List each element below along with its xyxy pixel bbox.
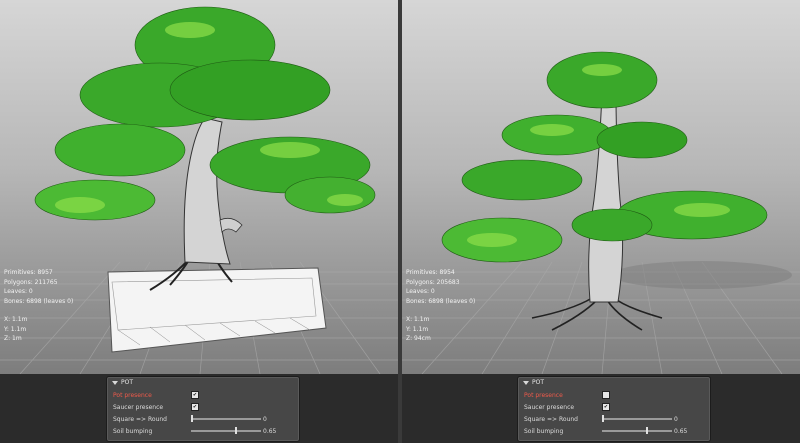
leaves-count: Leaves: 0 [4,288,33,295]
pot-panel-header[interactable]: POT [112,379,133,386]
dim-z: Z: 1m [4,335,22,342]
slider-thumb[interactable] [235,427,238,434]
soil-bumping-label: Soil bumping [524,428,564,435]
pot-presence-label: Pot presence [113,392,152,399]
viewport-right[interactable]: Primitives: 8954 Polygons: 205683 Leaves… [402,0,800,374]
soil-bumping-value: 0.65 [263,428,277,435]
polygons-count: Polygons: 205683 [406,278,460,286]
saucer-presence-row: Saucer presence ✔ [113,403,199,411]
square-round-value: 0 [263,416,267,423]
soil-bumping-row: Soil bumping 0.65 [524,427,687,435]
slider-thumb[interactable] [646,427,649,434]
soil-bumping-slider[interactable] [191,427,261,434]
primitives-count: Primitives: 8957 [4,269,53,276]
viewport-left[interactable]: Primitives: 8957 Polygons: 211765 Leaves… [0,0,398,374]
dim-x: X: 1.1m [406,316,430,323]
collapse-triangle-icon[interactable] [112,380,118,385]
soil-bumping-label: Soil bumping [113,428,153,435]
dimensions: X: 1.1m Y: 1.1m Z: 94cm [406,315,475,344]
square-round-row: Square => Round 0 [113,415,267,423]
dimensions: X: 1.1m Y: 1.1m Z: 1m [4,315,73,344]
properties-area-left: POT Pot presence ✔ Saucer presence ✔ Squ… [0,374,398,443]
soil-bumping-row: Soil bumping 0.65 [113,427,276,435]
square-round-slider[interactable] [191,415,261,422]
dim-y: Y: 1.1m [4,325,27,333]
saucer-presence-label: Saucer presence [524,404,575,411]
square-round-label: Square => Round [524,416,578,423]
bones-count: Bones: 6898 (leaves 0) [406,297,476,305]
dim-y: Y: 1.1m [406,325,429,333]
slider-thumb[interactable] [191,415,193,422]
saucer-presence-row: Saucer presence ✔ [524,403,610,411]
saucer-presence-checkbox[interactable]: ✔ [191,403,199,411]
pot-panel: POT Pot presence ✔ Saucer presence ✔ Squ… [106,376,300,442]
scene-stats: Primitives: 8957 Polygons: 211765 Leaves… [4,268,73,344]
pot-panel-header[interactable]: POT [523,379,544,386]
pot-panel-title: POT [121,379,134,386]
polygons-count: Polygons: 211765 [4,278,58,286]
square-round-label: Square => Round [113,416,167,423]
bones-count: Bones: 6898 (leaves 0) [4,297,74,305]
pot-presence-label: Pot presence [524,392,563,399]
primitives-count: Primitives: 8954 [406,269,455,276]
pot-panel: POT Pot presence Saucer presence ✔ Squar… [517,376,711,442]
soil-bumping-slider[interactable] [602,427,672,434]
collapse-triangle-icon[interactable] [523,380,529,385]
pot-presence-row: Pot presence ✔ [113,391,199,399]
square-round-slider[interactable] [602,415,672,422]
dim-x: X: 1.1m [4,316,28,323]
scene-stats: Primitives: 8954 Polygons: 205683 Leaves… [406,268,475,344]
pot-presence-checkbox[interactable]: ✔ [191,391,199,399]
saucer-presence-label: Saucer presence [113,404,164,411]
slider-thumb[interactable] [602,415,604,422]
pot-panel-title: POT [532,379,545,386]
properties-area-right: POT Pot presence Saucer presence ✔ Squar… [402,374,800,443]
saucer-presence-checkbox[interactable]: ✔ [602,403,610,411]
square-round-row: Square => Round 0 [524,415,678,423]
square-round-value: 0 [674,416,678,423]
pot-presence-checkbox[interactable] [602,391,610,399]
dim-z: Z: 94cm [406,335,431,342]
soil-bumping-value: 0.65 [674,428,688,435]
pot-presence-row: Pot presence [524,391,610,399]
leaves-count: Leaves: 0 [406,288,435,295]
